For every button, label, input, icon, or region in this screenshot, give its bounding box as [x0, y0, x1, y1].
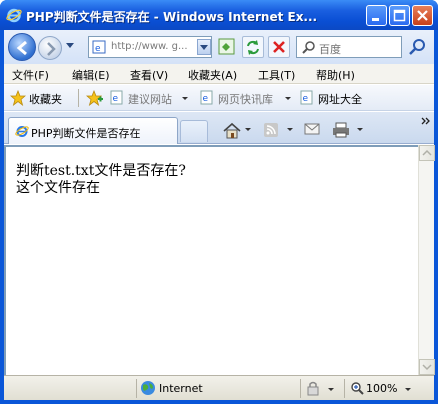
menu-help[interactable]: 帮助(H) — [316, 67, 355, 83]
ie-icon — [15, 126, 29, 137]
protected-mode-icon[interactable] — [306, 381, 324, 397]
tab-active[interactable]: PHP判断文件是否存在 — [8, 117, 178, 144]
vertical-scrollbar[interactable] — [418, 145, 435, 375]
page-icon: e — [200, 90, 213, 105]
favbar-divider — [78, 89, 79, 107]
compat-icon[interactable] — [217, 36, 237, 58]
menu-bar: 文件(F) 编辑(E) 查看(V) 收藏夹(A) 工具(T) 帮助(H) — [4, 64, 434, 84]
forward-icon — [47, 42, 56, 56]
globe-icon — [141, 381, 155, 395]
print-icon[interactable] — [332, 122, 350, 138]
maximize-icon — [393, 9, 406, 22]
forward-button[interactable] — [38, 36, 62, 60]
search-placeholder: 百度 — [319, 43, 341, 56]
minimize-icon — [372, 18, 379, 21]
chevron-down-icon[interactable] — [182, 97, 188, 100]
menu-file[interactable]: 文件(F) — [12, 67, 49, 83]
status-bar: Internet 100% — [4, 375, 434, 400]
address-url: http://www. g... — [111, 41, 188, 52]
search-field[interactable]: 百度 — [296, 36, 402, 58]
chevron-up-icon — [422, 149, 432, 156]
address-dropdown-button[interactable] — [197, 39, 211, 55]
status-divider — [136, 379, 137, 398]
scroll-down-button[interactable] — [419, 359, 435, 375]
security-zone-label[interactable]: Internet — [159, 382, 203, 395]
menu-favorites[interactable]: 收藏夹(A) — [188, 67, 237, 83]
search-go-icon[interactable] — [408, 37, 428, 57]
menu-view[interactable]: 查看(V) — [130, 67, 168, 83]
new-tab-button[interactable] — [180, 120, 208, 142]
svg-text:e: e — [203, 94, 209, 104]
search-icon — [302, 41, 315, 54]
browser-client: e http://www. g... 百度 文件(F) 编辑(E) 查看(V) … — [4, 30, 435, 400]
favorites-button[interactable]: 收藏夹 — [29, 91, 62, 107]
chevron-down-icon[interactable] — [287, 128, 293, 131]
ie-window: PHP判断文件是否存在 - Windows Internet Ex... e h… — [0, 0, 438, 404]
chevron-down-icon — [422, 364, 432, 371]
status-divider — [300, 379, 301, 398]
close-button[interactable] — [412, 5, 433, 26]
status-divider — [344, 379, 345, 398]
star-icon — [10, 90, 26, 106]
address-field[interactable]: e http://www. g... — [88, 36, 212, 58]
chevron-down-icon[interactable] — [357, 128, 363, 131]
chevron-down-icon[interactable] — [405, 388, 411, 391]
navigation-bar: e http://www. g... 百度 — [4, 30, 434, 64]
page-icon: e — [300, 90, 313, 105]
chevron-down-icon[interactable] — [245, 128, 251, 131]
fav-link-site-directory[interactable]: 网址大全 — [318, 91, 362, 107]
page-icon: e — [92, 40, 106, 54]
zoom-level[interactable]: 100% — [366, 382, 397, 395]
chevron-down-icon — [200, 45, 208, 50]
close-icon — [417, 10, 428, 21]
history-dropdown-icon[interactable] — [65, 42, 75, 50]
chevron-down-icon[interactable] — [285, 97, 291, 100]
refresh-button[interactable] — [242, 36, 264, 58]
more-commands-icon[interactable] — [421, 116, 431, 126]
feed-icon[interactable] — [263, 122, 279, 138]
back-button[interactable] — [8, 33, 36, 61]
page-content: 判断test.txt文件是否存在? 这个文件存在 — [4, 145, 418, 375]
content-result: 这个文件存在 — [16, 180, 100, 196]
menu-tools[interactable]: 工具(T) — [258, 67, 295, 83]
mail-icon[interactable] — [304, 122, 320, 136]
svg-text:e: e — [95, 44, 101, 54]
menu-edit[interactable]: 编辑(E) — [72, 67, 110, 83]
zoom-icon[interactable] — [350, 381, 364, 395]
favorites-bar: 收藏夹 e 建议网站 e 网页快讯库 e 网址大全 — [4, 85, 434, 111]
fav-link-suggested-sites[interactable]: 建议网站 — [128, 91, 172, 107]
stop-icon — [273, 41, 285, 53]
chevron-down-icon[interactable] — [328, 388, 334, 391]
ie-icon — [6, 8, 22, 23]
minimize-button[interactable] — [366, 5, 387, 26]
tab-label: PHP判断文件是否存在 — [31, 127, 141, 140]
fav-link-web-slice-gallery[interactable]: 网页快讯库 — [218, 91, 273, 107]
back-icon — [16, 40, 27, 56]
home-icon[interactable] — [222, 122, 242, 140]
tab-bar: PHP判断文件是否存在 — [4, 112, 434, 144]
svg-text:e: e — [303, 94, 309, 104]
title-bar: PHP判断文件是否存在 - Windows Internet Ex... — [0, 0, 438, 30]
svg-text:e: e — [113, 94, 119, 104]
window-title: PHP判断文件是否存在 - Windows Internet Ex... — [26, 10, 318, 24]
stop-button[interactable] — [268, 36, 290, 58]
maximize-button[interactable] — [389, 5, 410, 26]
scroll-up-button[interactable] — [419, 145, 435, 161]
refresh-icon — [247, 40, 259, 55]
page-icon: e — [110, 90, 123, 105]
add-favorite-icon[interactable] — [86, 90, 104, 106]
